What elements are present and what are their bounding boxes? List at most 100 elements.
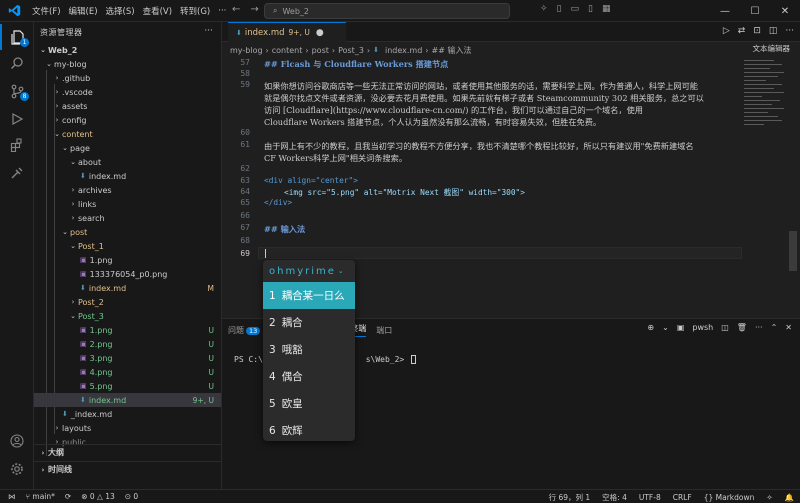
tree-file-post1-index[interactable]: ⬇ index.md M [34,281,221,295]
tree-folder-post[interactable]: ⌄ post [34,225,221,239]
layout-sidebar-icon[interactable]: ▯ [557,4,562,14]
workspace-root[interactable]: ⌄ Web_2 [34,43,221,57]
run-debug-icon[interactable] [0,106,34,132]
tree-folder-post-2[interactable]: › Post_2 [34,295,221,309]
search-view-icon[interactable] [0,50,34,76]
run-icon[interactable]: ▷ [723,26,730,36]
ime-candidate[interactable]: 5 欧皇 [263,390,355,417]
breadcrumb-item[interactable]: Post_3 [338,46,364,55]
text-editor-button[interactable]: 文本编辑器 [753,43,791,54]
tree-file-post1-p0png[interactable]: ▣ 133376054_p0.png [34,267,221,281]
open-changes-icon[interactable]: ⇄ [738,26,746,36]
tree-folder-about[interactable]: ⌄ about [34,155,221,169]
ime-candidate[interactable]: 1 耦合某一日么 [263,282,355,309]
branch-indicator[interactable]: ⑂ main* [26,492,55,501]
line-ending[interactable]: CRLF [673,493,692,502]
preview-icon[interactable]: ⊡ [753,26,761,36]
explorer-icon[interactable]: 1 [0,24,34,50]
scrollbar-thumb[interactable] [789,231,797,271]
copilot-status-icon[interactable]: ✧ [766,493,772,502]
problems-indicator[interactable]: ⊗ 0 △ 13 [81,492,115,501]
tree-folder-content[interactable]: ⌄ content [34,127,221,141]
breadcrumb-item[interactable]: my-blog [230,46,263,55]
outline-section[interactable]: › 大纲 [34,444,221,460]
filter-icon[interactable]: ⊕ [647,323,654,332]
breadcrumb-item[interactable]: post [312,46,329,55]
language-mode[interactable]: {} Markdown [704,493,755,502]
account-icon[interactable] [0,428,34,454]
broadcast-icon[interactable]: ⊙ 0 [125,492,138,501]
tree-file-about-index[interactable]: ⬇ index.md [34,169,221,183]
tree-folder-my-blog[interactable]: ⌄ my-blog [34,57,221,71]
tree-folder-post-1[interactable]: ⌄ Post_1 [34,239,221,253]
tree-folder-archives[interactable]: › archives [34,183,221,197]
tree-folder-search[interactable]: › search [34,211,221,225]
extensions-icon[interactable] [0,132,34,158]
menu-go[interactable]: 转到(G) [176,5,214,17]
forward-arrow-icon[interactable]: → [250,4,258,15]
tree-folder-assets[interactable]: › assets [34,99,221,113]
chevron-down-icon[interactable]: ⌄ [662,323,669,332]
maximize-button[interactable]: ☐ [740,0,770,22]
copilot-icon[interactable]: ✧ [540,4,548,14]
tree-file-post3-2png[interactable]: ▣ 2.png U [34,337,221,351]
split-editor-icon[interactable]: ◫ [769,26,778,36]
remote-icon[interactable]: ⋈ [8,492,16,501]
tree-folder-page[interactable]: ⌄ page [34,141,221,155]
breadcrumb-item[interactable]: index.md [385,46,422,55]
tree-folder-vscode[interactable]: › .vscode [34,85,221,99]
layout-secondary-icon[interactable]: ▯ [588,4,593,14]
trash-icon[interactable]: 🗑 [737,323,747,332]
layout-panel-icon[interactable]: ▭ [571,4,580,14]
remote-tools-icon[interactable] [0,160,34,186]
tree-file-post3-index[interactable]: ⬇ index.md 9+, U [34,393,221,407]
tree-folder-config[interactable]: › config [34,113,221,127]
more-actions-icon[interactable]: ··· [204,26,213,36]
minimize-button[interactable]: — [710,0,740,22]
split-terminal-icon[interactable]: ◫ [721,323,729,332]
tree-file-post3-1png[interactable]: ▣ 1.png U [34,323,221,337]
tree-folder-post-3[interactable]: ⌄ Post_3 [34,309,221,323]
settings-gear-icon[interactable] [0,456,34,482]
menu-file[interactable]: 文件(F) [28,5,65,17]
notifications-icon[interactable]: 🔔 [785,493,794,502]
tree-file-post3-5png[interactable]: ▣ 5.png U [34,379,221,393]
ime-candidate[interactable]: 6 欧辉 [263,417,355,441]
more-menu-icon[interactable]: ··· [214,6,230,16]
customize-layout-icon[interactable]: ▦ [602,4,611,14]
editor-scrollbar[interactable] [788,56,798,314]
tab-index-md[interactable]: ⬇ index.md 9+, U ● [228,22,346,42]
tree-file-post1-1png[interactable]: ▣ 1.png [34,253,221,267]
tree-folder-layouts[interactable]: › layouts [34,421,221,435]
tab-ports[interactable]: 端口 [376,325,392,336]
tab-problems[interactable]: 问题 13 [228,325,261,336]
ime-candidate[interactable]: 4 偶合 [263,363,355,390]
sync-icon[interactable]: ⟳ [65,492,71,501]
editor-more-icon[interactable]: ··· [785,26,794,36]
tree-file-post3-4png[interactable]: ▣ 4.png U [34,365,221,379]
menu-view[interactable]: 查看(V) [139,5,176,17]
ime-candidate-window[interactable]: ohmyrime ⌄ 1 耦合某一日么 2 耦合 3 哦豁 4 偶合 5 欧皇 6 欧辉 [263,260,355,441]
unsaved-dot-icon[interactable]: ● [316,28,324,38]
tree-file-index[interactable]: ⬇ _index.md [34,407,221,421]
tree-file-post3-3png[interactable]: ▣ 3.png U [34,351,221,365]
tree-folder-links[interactable]: › links [34,197,221,211]
indentation[interactable]: 空格: 4 [602,492,627,503]
shell-name[interactable]: pwsh [692,323,713,332]
close-window-button[interactable]: ✕ [770,0,800,22]
breadcrumb-item[interactable]: content [272,46,303,55]
encoding[interactable]: UTF-8 [639,493,661,502]
ime-candidate[interactable]: 2 耦合 [263,309,355,336]
tree-folder-github[interactable]: › .github [34,71,221,85]
breadcrumb-item[interactable]: ## 输入法 [432,45,472,56]
back-arrow-icon[interactable]: ← [232,4,240,15]
minimap[interactable] [742,56,786,314]
menu-selection[interactable]: 选择(S) [102,5,139,17]
command-center[interactable]: ⌕ Web_2 [264,3,510,19]
maximize-panel-icon[interactable]: ⌃ [771,323,778,332]
source-control-icon[interactable]: 8 [0,78,34,104]
close-panel-icon[interactable]: ✕ [785,323,792,332]
menu-edit[interactable]: 编辑(E) [65,5,102,17]
timeline-section[interactable]: › 时间线 [34,461,221,477]
cursor-position[interactable]: 行 69，列 1 [549,492,591,503]
